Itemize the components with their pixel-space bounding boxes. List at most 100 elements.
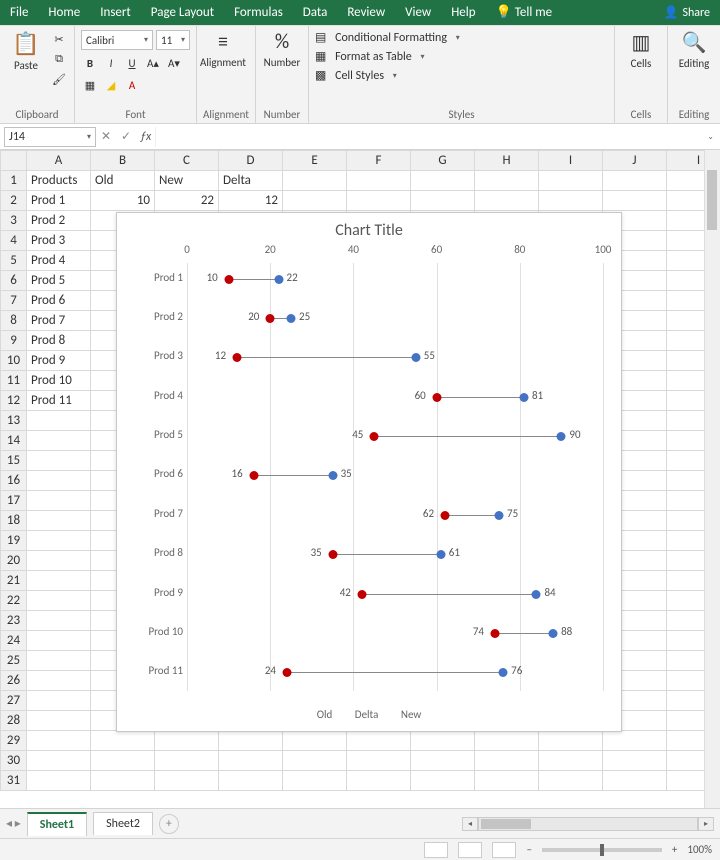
cell-A30[interactable] [27,751,91,771]
scroll-left-button[interactable]: ◂ [462,817,478,831]
cell-I2[interactable] [539,191,603,211]
cell-A19[interactable] [27,531,91,551]
page-layout-view-button[interactable] [458,842,482,858]
cell-B1[interactable]: Old [91,171,155,191]
row-header-28[interactable]: 28 [1,711,27,731]
cell-J1[interactable] [603,171,667,191]
cell-A23[interactable] [27,611,91,631]
row-header-18[interactable]: 18 [1,511,27,531]
cell-H31[interactable] [475,771,539,791]
cell-I29[interactable] [539,731,603,751]
sheet-nav-arrows[interactable]: ◂ ▸ [6,816,21,831]
font-color-button[interactable]: A [123,76,141,94]
alignment-button[interactable]: ≡Alignment [203,30,243,69]
cell-E2[interactable] [283,191,347,211]
col-header-G[interactable]: G [411,151,475,171]
col-header-B[interactable]: B [91,151,155,171]
row-header-4[interactable]: 4 [1,231,27,251]
row-header-3[interactable]: 3 [1,211,27,231]
row-header-30[interactable]: 30 [1,751,27,771]
row-header-15[interactable]: 15 [1,451,27,471]
cell-H30[interactable] [475,751,539,771]
cell-F30[interactable] [347,751,411,771]
row-header-9[interactable]: 9 [1,331,27,351]
row-header-7[interactable]: 7 [1,291,27,311]
cell-A31[interactable] [27,771,91,791]
cell-G2[interactable] [411,191,475,211]
conditional-formatting-button[interactable]: ▤ Conditional Formatting ▾ [315,30,460,45]
zoom-thumb[interactable] [600,844,604,856]
number-button[interactable]: %Number [262,30,302,69]
cell-C29[interactable] [155,731,219,751]
col-header-H[interactable]: H [475,151,539,171]
underline-button[interactable]: U [123,54,141,72]
expand-formula-bar[interactable]: ⌄ [701,132,720,142]
sheet-tab-1[interactable]: Sheet1 [27,812,87,836]
cell-I31[interactable] [539,771,603,791]
row-header-12[interactable]: 12 [1,391,27,411]
cell-I1[interactable] [539,171,603,191]
fill-color-button[interactable]: ◢ [102,76,120,94]
cell-A18[interactable] [27,511,91,531]
add-sheet-button[interactable]: + [159,814,179,834]
row-header-29[interactable]: 29 [1,731,27,751]
row-header-10[interactable]: 10 [1,351,27,371]
cell-F2[interactable] [347,191,411,211]
enter-formula-button[interactable]: ✓ [116,129,136,144]
format-as-table-button[interactable]: ▦ Format as Table ▾ [315,49,424,64]
sheet-tab-2[interactable]: Sheet2 [93,812,153,835]
cell-A2[interactable]: Prod 1 [27,191,91,211]
cell-J2[interactable] [603,191,667,211]
row-header-13[interactable]: 13 [1,411,27,431]
cell-A20[interactable] [27,551,91,571]
editing-button[interactable]: 🔍Editing [674,30,714,70]
cell-I30[interactable] [539,751,603,771]
cell-B31[interactable] [91,771,155,791]
cell-E1[interactable] [283,171,347,191]
cell-A1[interactable]: Products [27,171,91,191]
paste-button[interactable]: 📋 Paste [6,30,46,72]
cell-A15[interactable] [27,451,91,471]
cell-F31[interactable] [347,771,411,791]
tab-review[interactable]: Review [337,0,395,25]
chart-title[interactable]: Chart Title [117,213,621,244]
cell-A9[interactable]: Prod 8 [27,331,91,351]
cell-G31[interactable] [411,771,475,791]
cell-H2[interactable] [475,191,539,211]
cell-A3[interactable]: Prod 2 [27,211,91,231]
select-all-corner[interactable] [1,151,27,171]
cell-C30[interactable] [155,751,219,771]
col-header-I[interactable]: I [539,151,603,171]
cell-F1[interactable] [347,171,411,191]
cell-B30[interactable] [91,751,155,771]
cells-button[interactable]: ▥Cells [621,30,661,70]
cell-A22[interactable] [27,591,91,611]
col-header-F[interactable]: F [347,151,411,171]
cell-A25[interactable] [27,651,91,671]
cell-E30[interactable] [283,751,347,771]
cell-D1[interactable]: Delta [219,171,283,191]
cell-D29[interactable] [219,731,283,751]
cell-A6[interactable]: Prod 5 [27,271,91,291]
format-painter-button[interactable]: 🖌 [50,70,68,88]
col-header-J[interactable]: J [603,151,667,171]
row-header-16[interactable]: 16 [1,471,27,491]
border-button[interactable]: ▦ [81,76,99,94]
col-header-E[interactable]: E [283,151,347,171]
cell-styles-button[interactable]: ▩ Cell Styles ▾ [315,68,397,83]
tab-home[interactable]: Home [38,0,90,25]
cell-J29[interactable] [603,731,667,751]
zoom-in-button[interactable]: + [672,843,677,856]
row-header-31[interactable]: 31 [1,771,27,791]
col-header-D[interactable]: D [219,151,283,171]
tab-data[interactable]: Data [293,0,338,25]
cell-D31[interactable] [219,771,283,791]
tab-help[interactable]: Help [441,0,485,25]
row-header-19[interactable]: 19 [1,531,27,551]
row-header-21[interactable]: 21 [1,571,27,591]
row-header-6[interactable]: 6 [1,271,27,291]
horizontal-scrollbar[interactable]: ◂ ▸ [185,817,714,831]
row-header-8[interactable]: 8 [1,311,27,331]
grow-font-button[interactable]: A▴ [144,54,162,72]
cell-F29[interactable] [347,731,411,751]
